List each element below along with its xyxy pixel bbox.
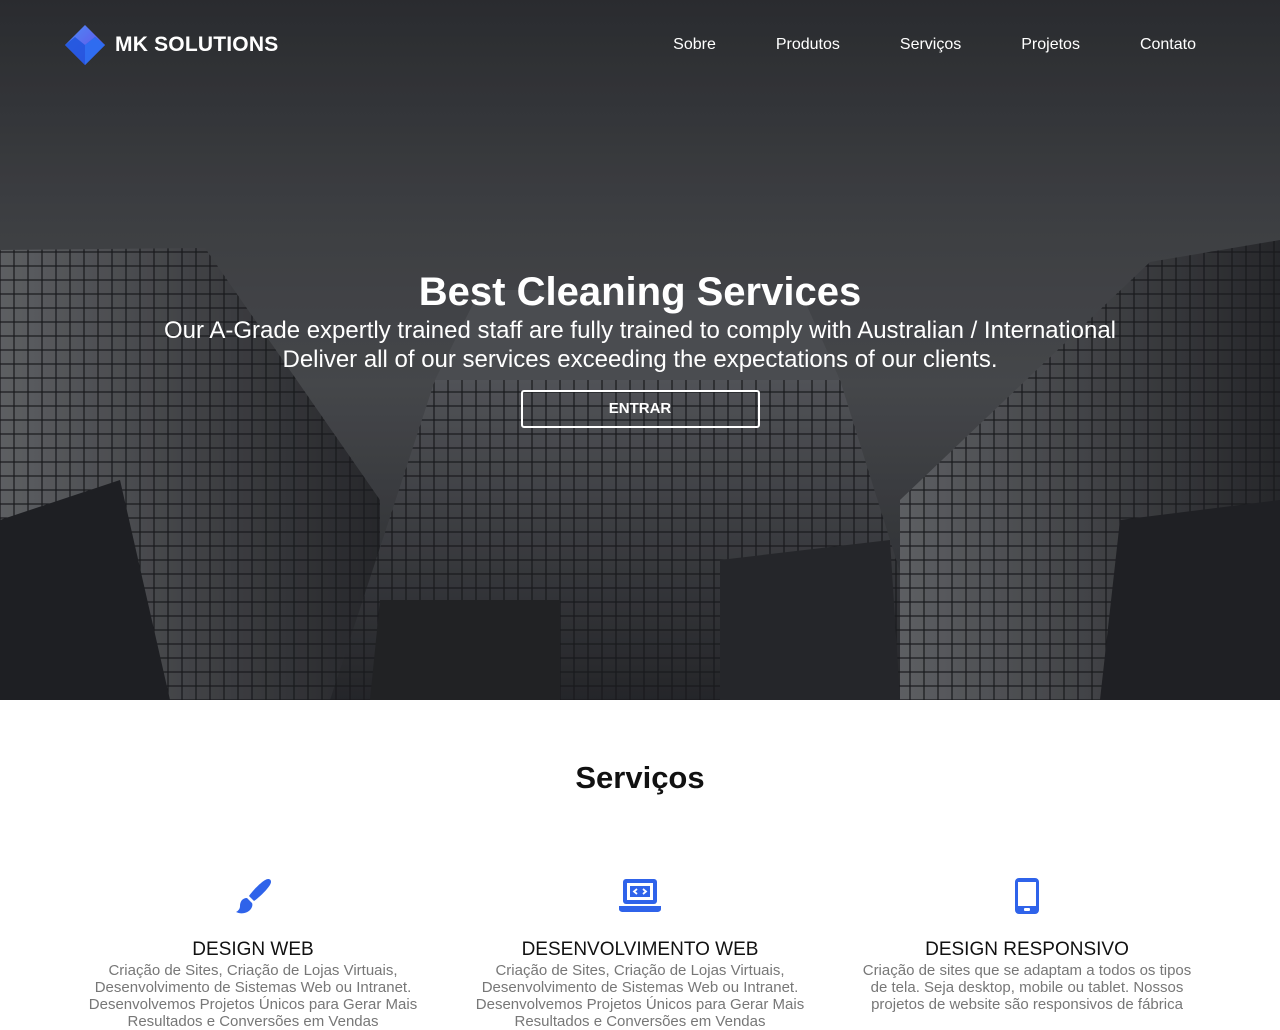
- mobile-icon: [862, 874, 1192, 918]
- hero-content: Best Cleaning Services Our A-Grade exper…: [0, 268, 1280, 428]
- brand-logo-link[interactable]: MK SOLUTIONS: [63, 24, 278, 66]
- diamond-logo-icon: [65, 25, 105, 65]
- hero-title: Best Cleaning Services: [418, 270, 862, 314]
- hero-subtitle-line-2: Deliver all of our services exceeding th…: [282, 346, 998, 373]
- enter-button[interactable]: ENTRAR: [520, 390, 760, 428]
- service-card-description: Criação de Sites, Criação de Lojas Virtu…: [88, 962, 418, 1030]
- hero-section: MK SOLUTIONS Sobre Produtos Serviços Pro…: [0, 0, 1280, 700]
- service-card-description: Criação de sites que se adaptam a todos …: [862, 962, 1192, 1013]
- nav-link-contato[interactable]: Contato: [1140, 36, 1196, 54]
- nav-link-projetos[interactable]: Projetos: [1021, 36, 1080, 54]
- nav-links: Sobre Produtos Serviços Projetos Contato: [673, 36, 1196, 54]
- service-card-desenvolvimento-web: DESENVOLVIMENTO WEB Criação de Sites, Cr…: [475, 874, 805, 1030]
- laptop-code-icon: [475, 874, 805, 918]
- service-card-title: DESIGN RESPONSIVO: [925, 939, 1129, 960]
- paintbrush-icon: [88, 874, 418, 918]
- brand-name: MK SOLUTIONS: [115, 33, 279, 56]
- nav-link-produtos[interactable]: Produtos: [776, 36, 840, 54]
- hero-subtitle-line-1: Our A-Grade expertly trained staff are f…: [163, 317, 1117, 344]
- nav-link-sobre[interactable]: Sobre: [673, 36, 716, 54]
- service-card-design-responsivo: DESIGN RESPONSIVO Criação de sites que s…: [862, 874, 1192, 1013]
- service-card-title: DESENVOLVIMENTO WEB: [521, 939, 759, 960]
- nav-link-servicos[interactable]: Serviços: [900, 36, 961, 54]
- service-card-description: Criação de Sites, Criação de Lojas Virtu…: [475, 962, 805, 1030]
- services-title: Serviços: [575, 760, 705, 795]
- top-navigation: MK SOLUTIONS Sobre Produtos Serviços Pro…: [0, 0, 1280, 92]
- services-section: Serviços DESIGN WEB Criação de Sites, Cr…: [0, 700, 1280, 1030]
- service-card-title: DESIGN WEB: [192, 939, 314, 960]
- service-card-design-web: DESIGN WEB Criação de Sites, Criação de …: [88, 874, 418, 1030]
